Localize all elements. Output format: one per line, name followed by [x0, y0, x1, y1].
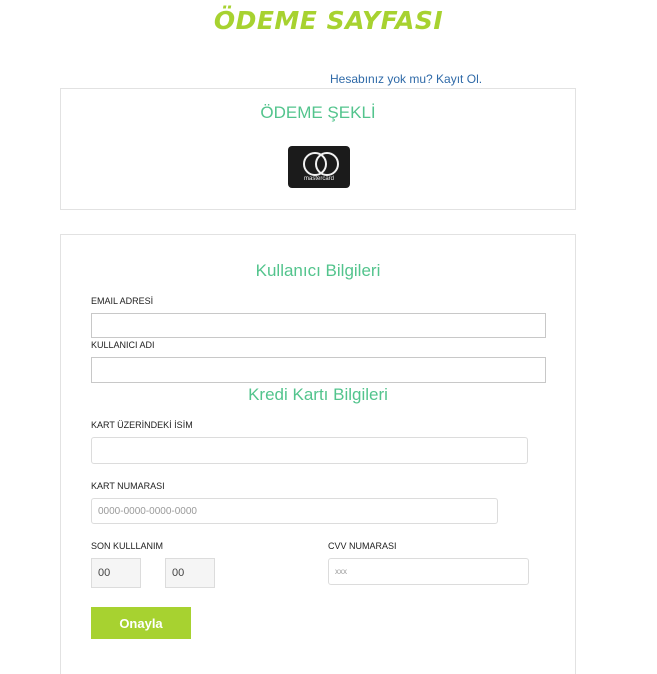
user-info-heading: Kullanıcı Bilgileri: [255, 261, 381, 280]
mastercard-logo-ring: [315, 152, 339, 176]
cvv-label: CVV NUMARASI: [328, 541, 397, 551]
cardholder-name-field[interactable]: [91, 437, 528, 464]
username-label: KULLANICI ADI: [91, 340, 155, 350]
cardholder-name-label: KART ÜZERİNDEKİ İSİM: [91, 420, 193, 430]
email-label: EMAIL ADRESİ: [91, 296, 154, 306]
card-info-heading: Kredi Kartı Bilgileri: [248, 385, 388, 404]
mastercard-option[interactable]: mastercard: [288, 146, 350, 188]
confirm-button[interactable]: Onayla: [91, 607, 191, 639]
expiry-month-field[interactable]: [91, 558, 141, 588]
signup-link[interactable]: Hesabınız yok mu? Kayıt Ol.: [330, 72, 482, 86]
email-field[interactable]: [91, 313, 546, 338]
page-title: ÖDEME SAYFASI: [213, 6, 444, 35]
card-number-label: KART NUMARASI: [91, 481, 165, 491]
card-number-field[interactable]: [91, 498, 498, 524]
payment-method-heading: ÖDEME ŞEKLİ: [260, 103, 376, 122]
checkout-form-panel: Kullanıcı Bilgileri EMAIL ADRESİ KULLANI…: [60, 234, 576, 674]
username-field[interactable]: [91, 357, 546, 383]
payment-method-panel: ÖDEME ŞEKLİ mastercard: [60, 88, 576, 210]
expiry-year-field[interactable]: [165, 558, 215, 588]
cvv-field[interactable]: [328, 558, 529, 585]
expiry-label: SON KULLLANIM: [91, 541, 164, 551]
card-brand-label: mastercard: [303, 176, 334, 182]
